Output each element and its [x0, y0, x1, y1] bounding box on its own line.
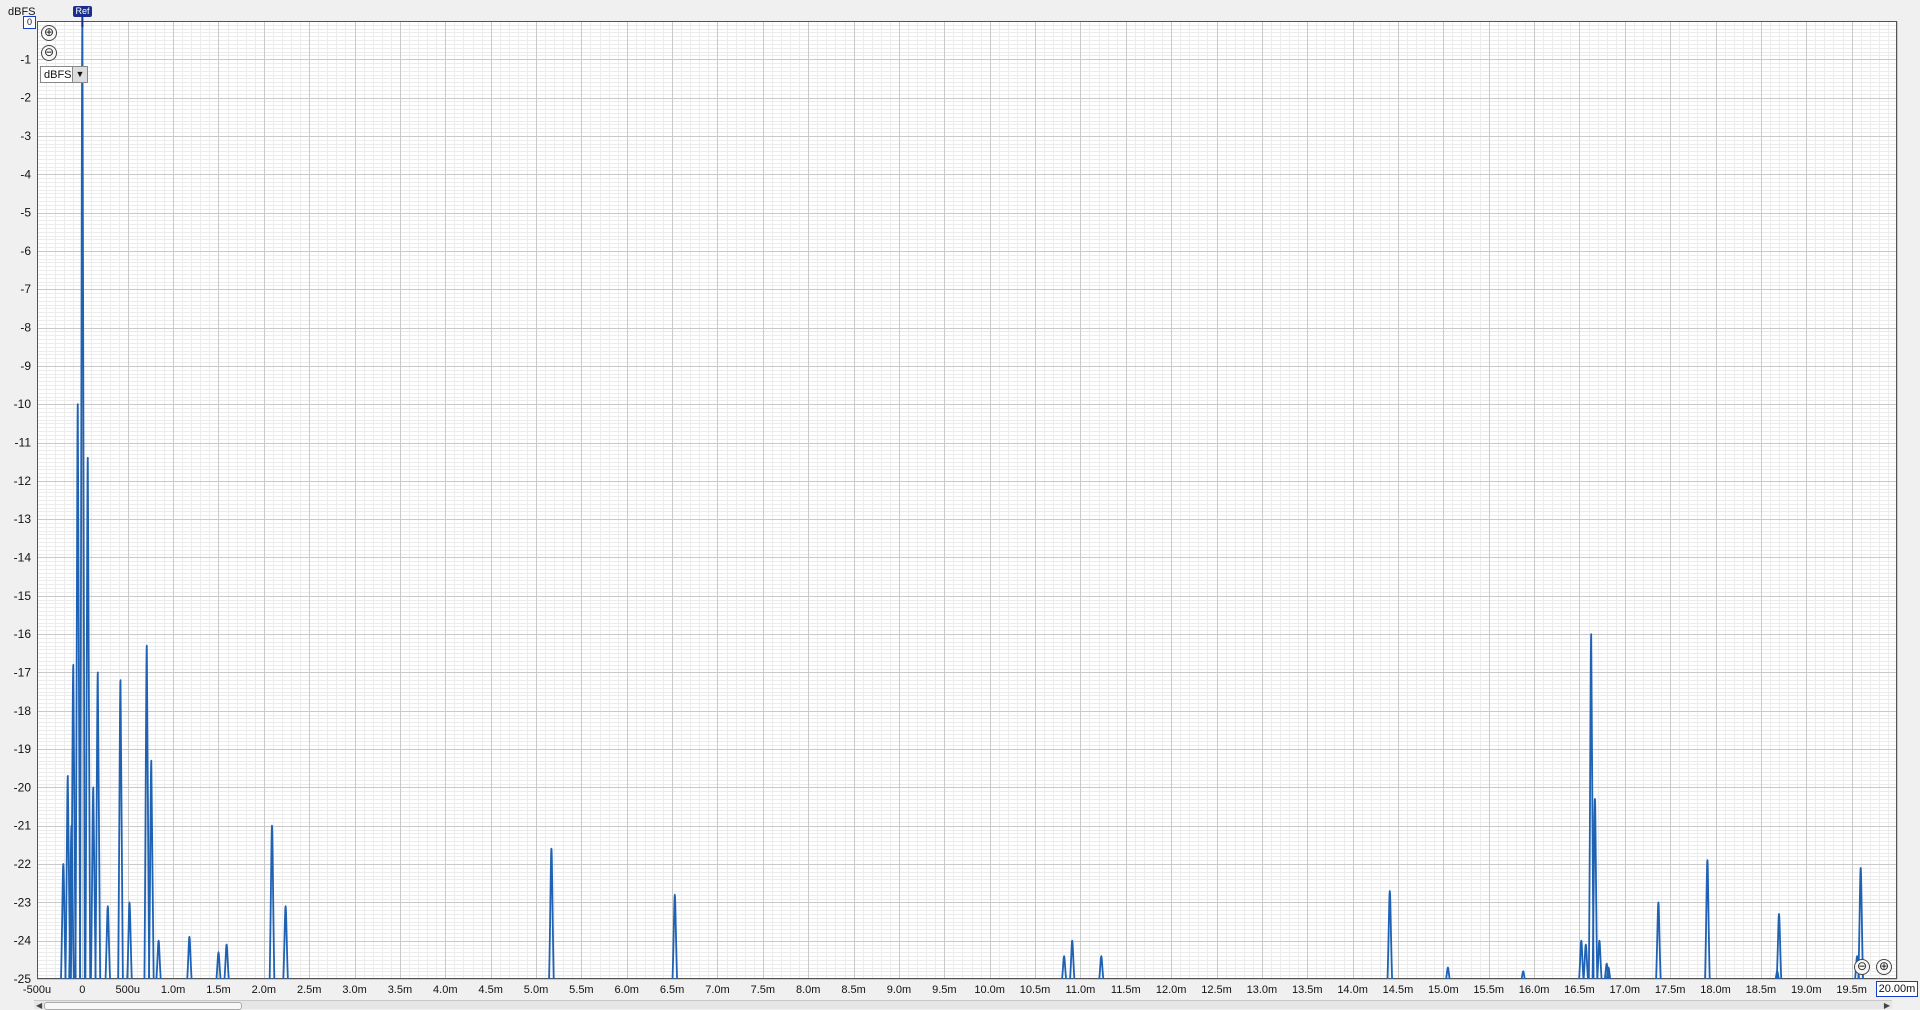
- x-tick-label: -500u: [23, 984, 51, 996]
- x-max-value-box[interactable]: 20.00m: [1876, 981, 1918, 997]
- y-zoom-in-icon[interactable]: ⊕: [41, 25, 57, 41]
- x-tick-label: 15.5m: [1473, 984, 1504, 996]
- x-tick-label: 6.0m: [615, 984, 639, 996]
- x-tick-label: 1.0m: [161, 984, 185, 996]
- chart-plot[interactable]: -1 -2 -3 -4 -5 -6 -7 -8 -9 -10 -11 -12 -13 -14 -15 -16 -…: [0, 0, 1920, 1009]
- y-tick-label: -18: [14, 704, 32, 718]
- y-tick-label: -7: [20, 282, 31, 296]
- y-max-value-box[interactable]: 0: [23, 16, 36, 29]
- y-tick-label: -21: [14, 819, 32, 833]
- x-tick-label: 12.0m: [1156, 984, 1187, 996]
- y-tick-label: -8: [20, 321, 31, 335]
- y-tick-label: -15: [14, 589, 32, 603]
- x-tick-label: 17.5m: [1655, 984, 1686, 996]
- y-tick-label: -6: [20, 244, 31, 258]
- y-tick-label: -13: [14, 512, 32, 526]
- x-tick-label: 8.0m: [796, 984, 820, 996]
- x-tick-label: 10.0m: [974, 984, 1005, 996]
- x-tick-label: 5.5m: [569, 984, 593, 996]
- chevron-down-icon: ▼: [72, 67, 87, 82]
- x-tick-label: 19.0m: [1791, 984, 1822, 996]
- y-tick-label: -12: [14, 474, 32, 488]
- x-tick-label: 9.5m: [932, 984, 956, 996]
- y-tick-label: -22: [14, 857, 32, 871]
- x-tick-label: 16.0m: [1519, 984, 1550, 996]
- x-tick-label: 10.5m: [1020, 984, 1051, 996]
- x-tick-label: 13.5m: [1292, 984, 1323, 996]
- x-tick-label: 7.0m: [705, 984, 729, 996]
- y-tick-label: -2: [20, 91, 31, 105]
- horizontal-scrollbar[interactable]: ◀ ▶: [34, 1000, 1892, 1010]
- x-tick-label: 0: [79, 984, 85, 996]
- x-tick-label: 4.0m: [433, 984, 457, 996]
- x-tick-label: 18.0m: [1700, 984, 1731, 996]
- x-tick-label: 13.0m: [1247, 984, 1278, 996]
- x-tick-label: 1.5m: [206, 984, 230, 996]
- y-tick-label: -1: [20, 52, 31, 66]
- x-tick-label: 14.5m: [1383, 984, 1414, 996]
- y-tick-label: -17: [14, 665, 32, 679]
- x-tick-label: 17.0m: [1610, 984, 1641, 996]
- x-tick-label: 16.5m: [1564, 984, 1595, 996]
- x-tick-label: 2.0m: [252, 984, 276, 996]
- x-tick-label: 500u: [115, 984, 139, 996]
- y-tick-label: -20: [14, 780, 32, 794]
- x-tick-label: 2.5m: [297, 984, 321, 996]
- y-tick-label: -3: [20, 129, 31, 143]
- y-tick-label: -23: [14, 895, 32, 909]
- x-tick-label: 9.0m: [887, 984, 911, 996]
- x-tick-label: 15.0m: [1428, 984, 1459, 996]
- x-tick-label: 5.0m: [524, 984, 548, 996]
- y-tick-label: -14: [14, 550, 32, 564]
- x-tick-label: 8.5m: [841, 984, 865, 996]
- x-tick-label: 19.5m: [1836, 984, 1867, 996]
- x-zoom-out-icon[interactable]: ⊖: [1854, 959, 1870, 975]
- x-zoom-in-icon[interactable]: ⊕: [1876, 959, 1892, 975]
- chart-stage: -1 -2 -3 -4 -5 -6 -7 -8 -9 -10 -11 -12 -13 -14 -15 -16 -…: [0, 0, 1920, 1010]
- x-tick-label: 3.5m: [388, 984, 412, 996]
- y-tick-label: -4: [20, 167, 31, 181]
- y-tick-label: -24: [14, 934, 32, 948]
- unit-select-value: dBFS: [44, 69, 72, 81]
- y-tick-label: -10: [14, 397, 32, 411]
- y-tick-label: -19: [14, 742, 32, 756]
- y-tick-label: -11: [15, 436, 32, 450]
- y-tick-label: -16: [14, 627, 32, 641]
- x-tick-label: 4.5m: [478, 984, 502, 996]
- x-tick-label: 14.0m: [1337, 984, 1368, 996]
- reference-marker[interactable]: Ref: [73, 6, 92, 17]
- unit-select[interactable]: dBFS ▼: [40, 66, 88, 83]
- y-tick-label: -5: [20, 206, 31, 220]
- x-tick-label: 11.5m: [1111, 984, 1141, 996]
- x-tick-label: 18.5m: [1746, 984, 1777, 996]
- x-tick-label: 11.0m: [1066, 984, 1096, 996]
- x-tick-label: 7.5m: [751, 984, 775, 996]
- y-tick-label: -9: [20, 359, 31, 373]
- x-tick-label: 12.5m: [1201, 984, 1232, 996]
- x-tick-label: 6.5m: [660, 984, 684, 996]
- x-tick-label: 3.0m: [342, 984, 366, 996]
- y-zoom-out-icon[interactable]: ⊖: [41, 45, 57, 61]
